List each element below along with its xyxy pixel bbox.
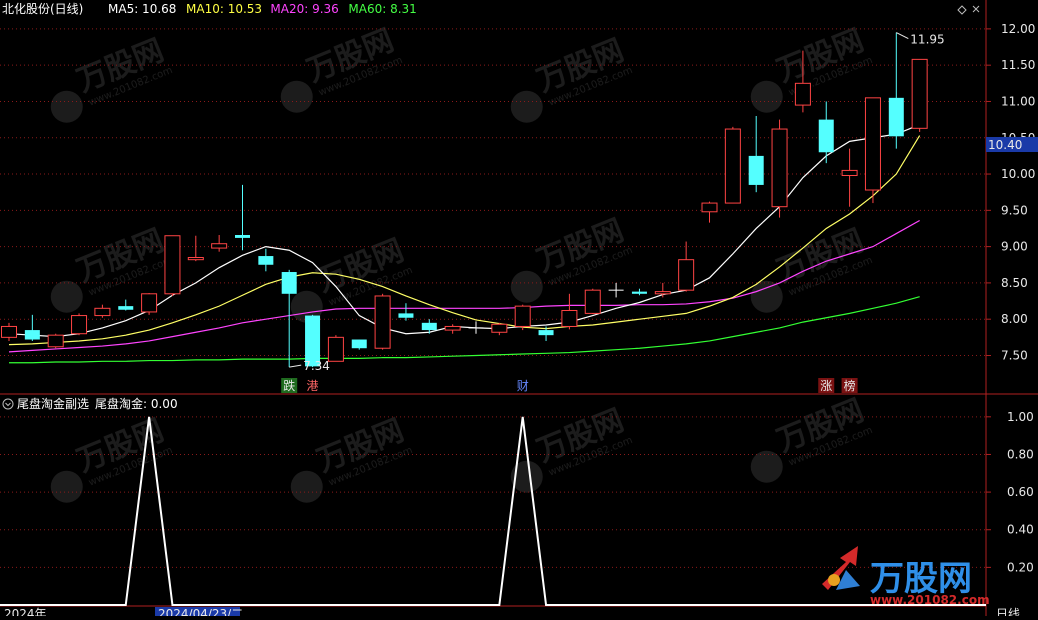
candle[interactable]	[351, 339, 367, 350]
candle-body	[1, 325, 17, 338]
candle-body	[118, 306, 134, 310]
candle-body	[421, 322, 437, 331]
candle-body	[71, 315, 88, 335]
candle-body	[864, 97, 881, 191]
candle-body	[141, 293, 158, 313]
main-header: 北化股份(日线) MA5: 10.68 MA10: 10.53 MA20: 9.36…	[2, 2, 417, 16]
candle[interactable]	[864, 97, 881, 204]
candle-body	[47, 334, 64, 348]
candle[interactable]	[164, 235, 181, 296]
candle[interactable]	[141, 293, 158, 315]
candle-body	[631, 291, 647, 294]
footer-period: 日线	[996, 607, 1020, 616]
event-marker[interactable]: 榜	[841, 378, 858, 393]
current-price-marker: 10.40	[986, 137, 1038, 153]
price-tick-label: 9.50	[1001, 203, 1028, 217]
high-price-label: 11.95	[910, 33, 944, 47]
indicator-tick-label: 0.60	[1007, 485, 1034, 499]
candle-body	[818, 119, 834, 153]
candle[interactable]	[724, 126, 741, 204]
event-marker-label: 榜	[844, 378, 856, 393]
candle[interactable]	[47, 333, 64, 349]
event-marker[interactable]: 财	[514, 378, 531, 393]
logo-url: www.201082.com	[870, 593, 990, 607]
ma-legend-item: MA20: 9.36	[270, 2, 338, 16]
candle-body	[888, 97, 904, 137]
candle-body	[258, 256, 274, 265]
current-price-label: 10.40	[988, 138, 1022, 152]
logo-orb	[828, 574, 840, 586]
candle-body	[24, 330, 40, 340]
price-tick-label: 8.00	[1001, 312, 1028, 326]
event-marker[interactable]: 涨	[818, 378, 835, 393]
chart-canvas[interactable]: 万股网www.201082.com 万股网www.201082.com 万股网www…	[0, 0, 1038, 620]
candle-body	[491, 323, 508, 333]
indicator-tick-label: 0.40	[1007, 523, 1034, 537]
candle-body	[584, 289, 601, 314]
price-tick-label: 7.50	[1001, 348, 1028, 362]
price-tick-label: 11.00	[1001, 94, 1035, 108]
candle[interactable]	[71, 313, 88, 336]
candle-body	[841, 169, 858, 176]
candle[interactable]	[911, 58, 928, 132]
candle-body	[911, 58, 928, 129]
candle[interactable]	[584, 288, 601, 315]
candle-body	[235, 235, 250, 238]
candle-body	[701, 202, 718, 213]
price-tick-label: 12.00	[1001, 22, 1035, 36]
low-price-label: 7.34	[303, 359, 330, 373]
chart-title[interactable]: 北化股份(日线)	[2, 2, 83, 16]
candle-body	[771, 128, 788, 208]
indicator-tick-label: 0.80	[1007, 447, 1034, 461]
candle[interactable]	[514, 304, 531, 331]
candle-body	[398, 313, 414, 318]
price-tick-label: 8.50	[1001, 276, 1028, 290]
candle-body	[444, 325, 461, 331]
candle-body	[514, 305, 531, 327]
candle-body	[678, 259, 695, 291]
ma-legend-item: MA5: 10.68	[108, 2, 176, 16]
candle-body	[327, 336, 344, 362]
stock-chart-window[interactable]: 万股网 www.201082.com 万股网 www.201082.com 万股网 www…	[0, 0, 1038, 620]
candle[interactable]	[771, 119, 788, 218]
indicator-tick-label: 0.20	[1007, 560, 1034, 574]
price-tick-label: 10.00	[1001, 167, 1035, 181]
candle-body	[654, 291, 671, 295]
candle-body	[211, 243, 228, 249]
event-marker-label: 涨	[820, 378, 832, 393]
footer-year: 2024年	[4, 607, 47, 616]
candle-body	[164, 235, 181, 295]
candle-body	[351, 339, 367, 349]
candle[interactable]	[327, 335, 344, 362]
price-tick-label: 11.50	[1001, 58, 1035, 72]
candle-body	[374, 295, 391, 349]
candle-body	[281, 272, 297, 294]
indicator-tick-label: 1.00	[1007, 410, 1034, 424]
candle-body	[794, 82, 811, 106]
event-marker-label: 港	[307, 379, 319, 393]
candle-body	[94, 307, 111, 317]
indicator-value-label: 尾盘淘金: 0.00	[95, 396, 178, 411]
footer-date: 2024/04/23/二	[158, 607, 243, 616]
ma-legend-item: MA10: 10.53	[186, 2, 262, 16]
event-marker[interactable]: 港	[304, 378, 321, 393]
indicator-title[interactable]: 尾盘淘金副选	[17, 396, 89, 411]
candle-body	[187, 257, 204, 261]
ma-legend-item: MA60: 8.31	[348, 2, 416, 16]
candle-body	[748, 155, 764, 185]
candle-body	[561, 309, 578, 327]
candle-body	[538, 330, 554, 336]
event-marker[interactable]: 跌	[281, 378, 298, 393]
candle[interactable]	[374, 293, 391, 350]
candle-body	[724, 128, 741, 204]
price-tick-label: 9.00	[1001, 240, 1028, 254]
event-marker-label: 财	[517, 379, 529, 393]
event-marker-label: 跌	[283, 378, 295, 393]
